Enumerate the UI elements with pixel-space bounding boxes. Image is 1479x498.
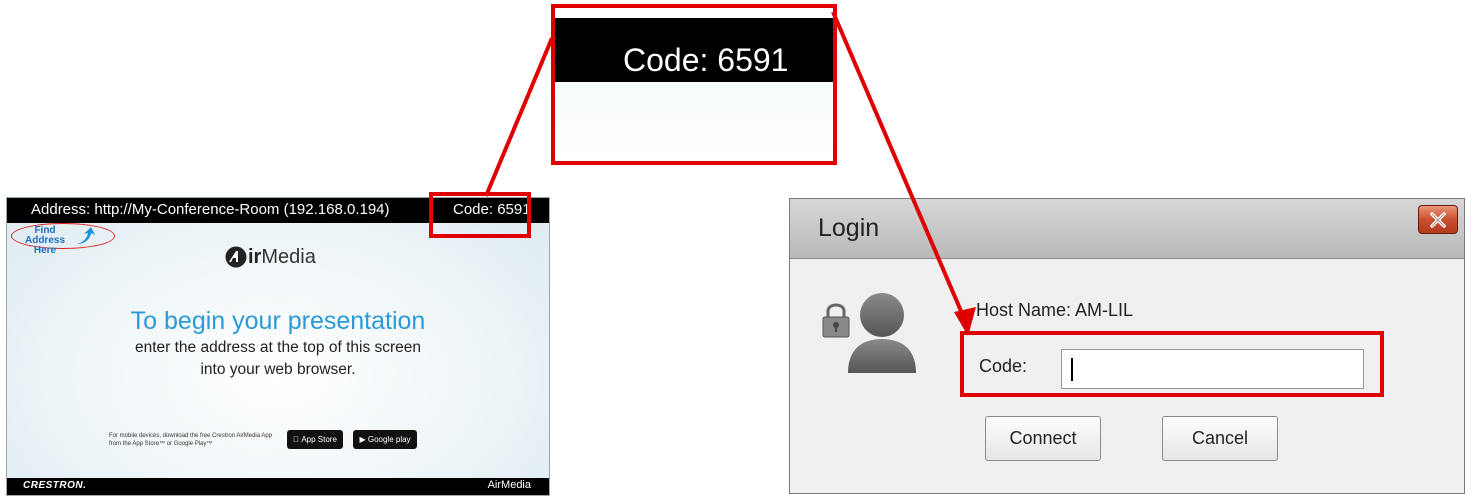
login-title: Login [818, 214, 880, 242]
zoom-top-strip [555, 8, 833, 18]
app-store-badge[interactable]:  App Store [287, 430, 343, 449]
google-play-label: Google play [367, 435, 411, 444]
code-highlight-box [429, 192, 531, 238]
zoom-code-text: Code: 6591 [623, 42, 789, 78]
connect-button[interactable]: Connect [985, 416, 1101, 461]
find-address-callout: Find Address Here [11, 223, 115, 256]
presentation-headline: To begin your presentation [130, 307, 426, 335]
airmedia-screen: Address: http://My-Conference-Room (192.… [6, 197, 550, 496]
play-icon: ▶ [359, 435, 366, 444]
zoom-code-bar: Code: 6591 [555, 18, 833, 82]
user-lock-icon [822, 293, 916, 373]
apple-icon:  [293, 435, 299, 444]
airmedia-logo-media: Media [261, 245, 316, 268]
login-title-bar: Login [790, 199, 1464, 259]
instruction-line-2: into your web browser. [200, 361, 356, 378]
crestron-logo: CRESTRON. [23, 480, 87, 491]
find-address-label: Find Address Here [24, 225, 65, 256]
arrow-up-icon [77, 227, 95, 244]
close-icon [1430, 211, 1446, 228]
connector-left [484, 37, 554, 197]
host-name-label: Host Name: AM-LIL [976, 300, 1134, 320]
instruction-line-1: enter the address at the top of this scr… [134, 339, 422, 356]
airmedia-logo-air: ir [248, 245, 262, 268]
app-store-label: App Store [298, 435, 337, 444]
google-play-badge[interactable]: ▶ Google play [353, 430, 417, 449]
mobile-app-text: For mobile devices, download the free Cr… [109, 433, 273, 447]
cancel-button[interactable]: Cancel [1162, 416, 1278, 461]
close-button[interactable] [1418, 205, 1458, 234]
code-field-highlight-box [960, 331, 1384, 397]
airmedia-bottom-bar: CRESTRON. AirMedia [7, 478, 549, 495]
airmedia-logo: ir Media [225, 245, 316, 269]
airmedia-footer-logo: AirMedia [487, 479, 531, 491]
airmedia-logo-icon [225, 246, 247, 268]
code-zoom-inset: Code: 6591 [551, 4, 837, 165]
airmedia-address: Address: http://My-Conference-Room (192.… [31, 201, 390, 218]
